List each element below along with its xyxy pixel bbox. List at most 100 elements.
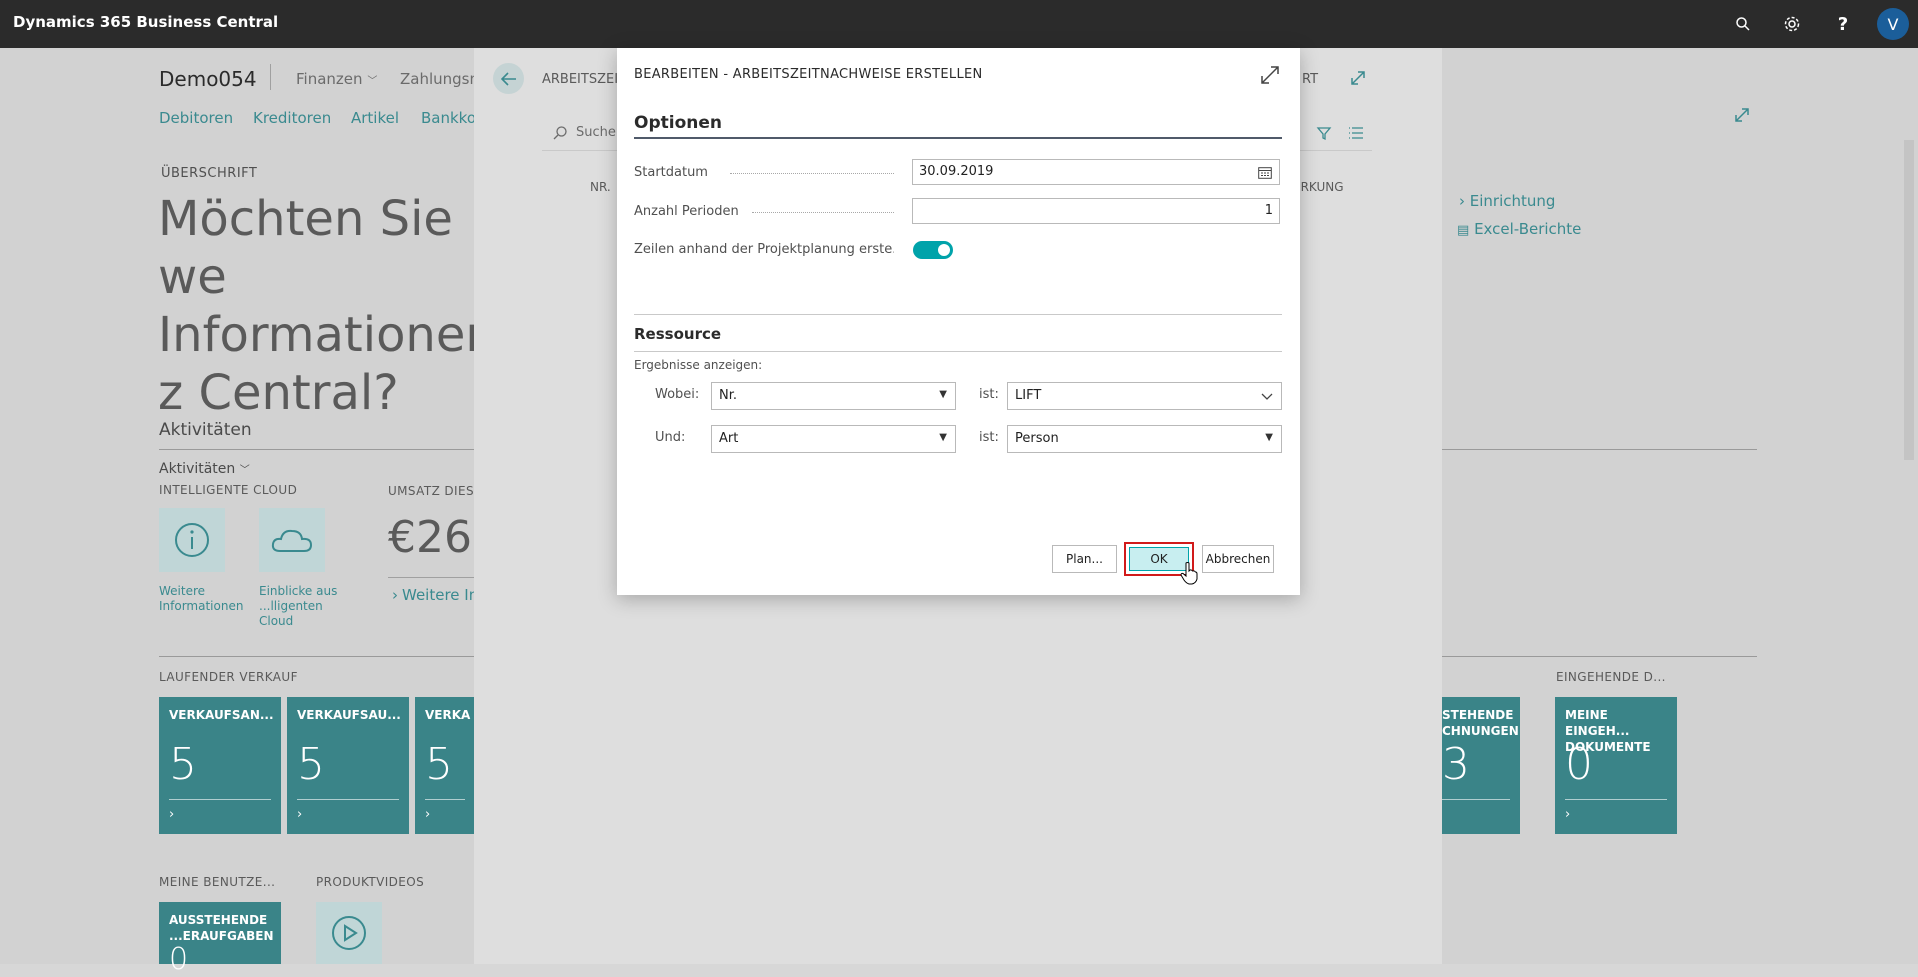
results-label: Ergebnisse anzeigen: <box>634 358 763 372</box>
nav-artikel[interactable]: Artikel <box>351 109 399 127</box>
activities-title: Aktivitäten <box>159 420 252 440</box>
menu-zahlung[interactable]: Zahlungsm <box>400 70 484 88</box>
cue-value: 3 <box>1442 739 1470 790</box>
create-timesheets-dialog: BEARBEITEN - ARBEITSZEITNACHWEISE ERSTEL… <box>617 48 1300 595</box>
top-bar: Dynamics 365 Business Central ? V <box>0 0 1918 48</box>
filter-field-select[interactable]: Nr. ▼ <box>711 382 956 410</box>
meine-benutzer-label: MEINE BENUTZE... <box>159 875 276 889</box>
toggle-label: Zeilen anhand der Projektplanung erste..… <box>634 242 894 257</box>
ressource-underline <box>634 351 1282 352</box>
cue-value: 0 <box>169 942 189 977</box>
umsatz-label: UMSATZ DIES <box>388 484 474 498</box>
page-expand-icon[interactable] <box>1733 106 1751 128</box>
cue-tile[interactable]: VERKAUFSAN... 5 › <box>159 697 281 834</box>
options-group-title[interactable]: Optionen <box>634 113 722 133</box>
col-right[interactable]: ERKUNG <box>1293 180 1344 194</box>
cue-tile-right[interactable]: STEHENDE CHNUNGEN 3 <box>1442 697 1520 834</box>
dropdown-arrow-icon: ▼ <box>1265 432 1273 443</box>
col-nr[interactable]: NR. <box>590 180 611 194</box>
link-excel-berichte[interactable]: ▤ Excel-Berichte <box>1457 220 1581 238</box>
chevron-right-icon: › <box>169 807 175 822</box>
dotted-leader <box>730 173 894 174</box>
report-icon: ▤ <box>1457 223 1470 238</box>
expand-icon[interactable] <box>1259 64 1281 90</box>
umsatz-value[interactable]: €26 <box>388 512 472 563</box>
headline: Möchten Sie we Informationen z Central? <box>158 191 496 421</box>
cloud-tile[interactable] <box>259 508 325 572</box>
more-info-text[interactable]: Weitere Informationen <box>159 584 243 614</box>
filter-value-select[interactable]: Person ▼ <box>1007 425 1282 453</box>
startdatum-input[interactable]: 30.09.2019 <box>912 159 1280 185</box>
cue-divider <box>297 799 399 800</box>
filter-value-select[interactable]: LIFT <box>1007 382 1282 410</box>
calendar-icon[interactable] <box>1258 166 1272 179</box>
cue-divider <box>425 799 465 800</box>
dotted-leader <box>752 212 894 213</box>
more-info-tile[interactable] <box>159 508 225 572</box>
nav-bankko[interactable]: Bankko <box>421 109 476 127</box>
panel-title-right: RT <box>1302 72 1319 87</box>
ist-label: ist: <box>979 387 999 402</box>
cue-tile[interactable]: VERKAUFSAU... 5 › <box>287 697 409 834</box>
page-scrollbar[interactable] <box>1904 140 1914 460</box>
filter-field-select[interactable]: Art ▼ <box>711 425 956 453</box>
anzahl-perioden-input[interactable]: 1 <box>912 198 1280 224</box>
avatar[interactable]: V <box>1877 8 1909 40</box>
separator <box>634 314 1282 315</box>
chevron-right-icon: › <box>297 807 303 822</box>
wobei-label: Wobei: <box>655 387 700 402</box>
laufender-verkauf-label: LAUFENDER VERKAUF <box>159 670 298 684</box>
video-tile[interactable] <box>316 902 382 964</box>
hand-cursor-icon <box>1180 562 1198 585</box>
dialog-title: BEARBEITEN - ARBEITSZEITNACHWEISE ERSTEL… <box>634 67 983 82</box>
cancel-button[interactable]: Abbrechen <box>1202 545 1274 573</box>
link-einrichtung[interactable]: › Einrichtung <box>1459 192 1555 210</box>
menu-finanzen[interactable]: Finanzen ﹀ <box>296 70 377 88</box>
search-icon[interactable] <box>1732 10 1754 38</box>
activities-dropdown[interactable]: Aktivitäten ﹀ <box>159 461 250 477</box>
dropdown-arrow-icon: ▼ <box>939 432 947 443</box>
cloud-icon <box>271 529 313 552</box>
cue-divider <box>1565 799 1667 800</box>
weitere-link[interactable]: › Weitere In <box>392 586 478 604</box>
insights-text[interactable]: Einblicke aus ...lligenten Cloud <box>259 584 359 629</box>
filter-icon[interactable] <box>1316 125 1332 141</box>
cue-value: 5 <box>297 739 325 790</box>
cue-title: STEHENDE CHNUNGEN <box>1442 708 1519 738</box>
company-name[interactable]: Demo054 <box>159 67 257 91</box>
company-divider <box>270 64 271 90</box>
help-icon[interactable]: ? <box>1832 10 1854 38</box>
cue-tile[interactable]: VERKA 5 › <box>415 697 475 834</box>
ressource-group-title[interactable]: Ressource <box>634 325 721 343</box>
panel-title: ARBEITSZEI <box>542 72 619 87</box>
cue-tile-incoming[interactable]: MEINE EINGEH... DOKUMENTE 0 › <box>1555 697 1677 834</box>
cue-value: 5 <box>169 739 197 790</box>
app-title[interactable]: Dynamics 365 Business Central <box>13 13 278 31</box>
kpi-divider <box>388 577 474 578</box>
options-underline <box>634 137 1282 139</box>
plan-button[interactable]: Plan... <box>1052 545 1117 573</box>
nav-debitoren[interactable]: Debitoren <box>159 109 233 127</box>
play-icon <box>332 916 366 950</box>
ist-label: ist: <box>979 430 999 445</box>
panel-expand-icon[interactable] <box>1349 69 1367 91</box>
cue-divider <box>169 799 271 800</box>
projektplanung-toggle[interactable] <box>913 241 953 259</box>
cue-tile-pending[interactable]: AUSSTEHENDE ...ERAUFGABEN 0 <box>159 902 281 977</box>
chevron-right-icon: › <box>1565 807 1571 822</box>
nav-kreditoren[interactable]: Kreditoren <box>253 109 331 127</box>
und-label: Und: <box>655 430 686 445</box>
headline-caption: ÜBERSCHRIFT <box>161 166 258 181</box>
produktvideos-label: PRODUKTVIDEOS <box>316 875 425 889</box>
anzahl-perioden-label: Anzahl Perioden <box>634 204 894 220</box>
gear-icon[interactable] <box>1781 10 1803 38</box>
intelligent-cloud-label: INTELLIGENTE CLOUD <box>159 483 298 497</box>
cue-value: 0 <box>1565 739 1593 790</box>
cue-value: 5 <box>425 739 453 790</box>
cue-title: VERKAUFSAN... <box>169 708 274 722</box>
startdatum-label: Startdatum <box>634 165 894 181</box>
back-button[interactable] <box>493 63 524 94</box>
list-view-icon[interactable] <box>1348 126 1364 140</box>
dropdown-arrow-icon: ▼ <box>939 389 947 400</box>
chevron-down-icon <box>1261 393 1273 400</box>
